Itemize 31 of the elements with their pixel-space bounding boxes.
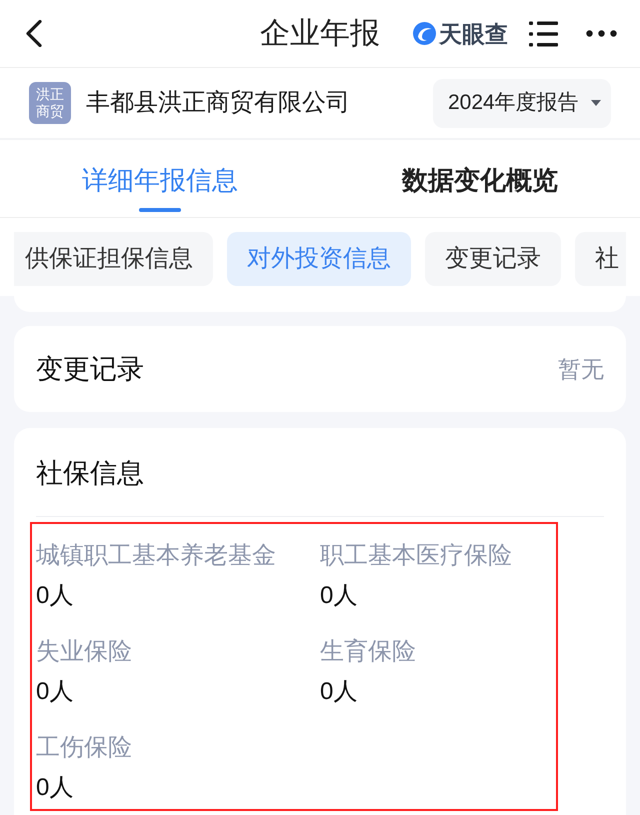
field-value: 0人 [36,773,74,803]
report-year-dropdown[interactable]: 2024年度报告 [433,78,611,128]
field-label: 失业保险 [36,637,132,667]
section-chip[interactable]: 供保证担保信息 [14,232,213,286]
tab[interactable]: 数据变化概览 [320,140,640,217]
field-label: 工伤保险 [36,733,132,763]
field-value: 0人 [320,581,358,611]
field-label: 城镇职工基本养老基金 [36,541,276,571]
empty-status: 暂无 [558,355,604,384]
card-title: 社保信息 [36,457,144,490]
section-chip[interactable]: 变更记录 [425,232,561,286]
logo-icon [413,22,436,45]
field-value: 0人 [36,677,74,707]
company-avatar: 洪正商贸 [29,82,71,124]
field-value: 0人 [36,581,74,611]
section-chip[interactable]: 社 [575,232,626,286]
menu-button[interactable] [529,20,558,46]
tab[interactable]: 详细年报信息 [0,140,320,217]
company-name: 丰都县洪正商贸有限公司 [86,88,350,118]
more-icon [586,30,617,37]
caret-down-icon [590,100,601,106]
brand-name: 天眼查 [439,20,508,48]
field-label: 生育保险 [320,637,416,667]
list-icon [529,20,558,46]
chevron-left-icon [24,20,42,47]
page-title: 企业年报 [260,16,380,52]
more-button[interactable] [586,30,617,37]
tab-underline [139,208,181,212]
card-title: 变更记录 [36,353,144,386]
field-value: 0人 [320,677,358,707]
field-label: 职工基本医疗保险 [320,541,512,571]
